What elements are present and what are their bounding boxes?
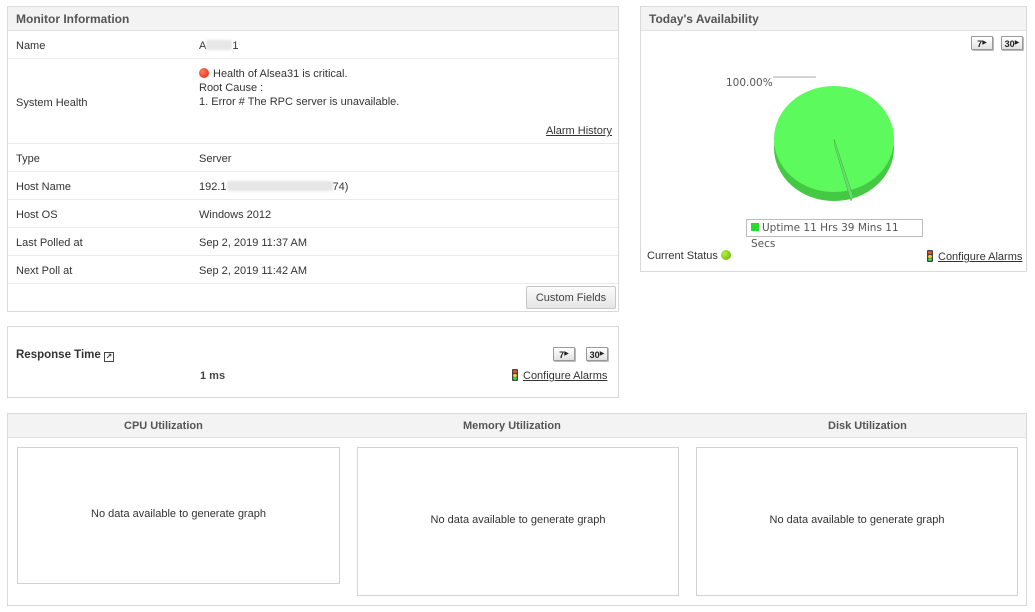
custom-fields-button[interactable]: Custom Fields xyxy=(526,286,616,309)
root-cause-label: Root Cause : xyxy=(199,82,264,94)
system-health-row: System Health Health of Alsea31 is criti… xyxy=(8,59,618,144)
alarm-history-link[interactable]: Alarm History xyxy=(546,125,612,137)
response-configure-alarms-link[interactable]: Configure Alarms xyxy=(512,369,607,382)
type-row: Type Server xyxy=(8,144,618,172)
disk-no-data-message: No data available to generate graph xyxy=(769,514,945,526)
name-row: Name A1 xyxy=(8,31,618,59)
cpu-utilization-title: CPU Utilization xyxy=(124,420,203,432)
memory-no-data-message: No data available to generate graph xyxy=(430,514,606,526)
system-health-label: System Health xyxy=(16,97,88,109)
traffic-light-icon xyxy=(512,369,518,381)
next-poll-label: Next Poll at xyxy=(16,265,73,277)
host-name-label: Host Name xyxy=(16,181,72,193)
last-polled-label: Last Polled at xyxy=(16,237,83,249)
response-30-days-button[interactable]: 30▶ xyxy=(586,347,608,361)
last-polled-row: Last Polled at Sep 2, 2019 11:37 AM xyxy=(8,228,618,256)
uptime-swatch xyxy=(751,223,759,231)
disk-utilization-title: Disk Utilization xyxy=(828,420,907,432)
availability-pie-chart xyxy=(773,76,894,202)
utilization-header: CPU Utilization Memory Utilization Disk … xyxy=(8,414,1026,438)
host-name-value: 192.1 74) xyxy=(199,181,349,193)
type-label: Type xyxy=(16,153,40,165)
host-os-label: Host OS xyxy=(16,209,58,221)
critical-status-icon xyxy=(199,68,209,78)
last-polled-value: Sep 2, 2019 11:37 AM xyxy=(199,237,308,249)
cpu-utilization-graph: No data available to generate graph xyxy=(17,447,340,584)
redacted-block xyxy=(206,40,233,50)
disk-utilization-graph: No data available to generate graph xyxy=(696,447,1018,596)
utilization-panel: CPU Utilization Memory Utilization Disk … xyxy=(7,413,1027,606)
system-health-value: Health of Alsea31 is critical. Root Caus… xyxy=(199,67,399,109)
external-link-icon[interactable]: ↗ xyxy=(103,352,114,362)
type-value: Server xyxy=(199,153,232,165)
response-time-panel: Response Time ↗ 1 ms 7▶ 30▶ Configure Ala… xyxy=(7,326,619,398)
cpu-no-data-message: No data available to generate graph xyxy=(91,508,266,520)
availability-configure-alarms-link[interactable]: Configure Alarms xyxy=(927,250,1022,263)
host-os-row: Host OS Windows 2012 xyxy=(8,200,618,228)
host-os-value: Windows 2012 xyxy=(199,209,272,221)
current-status: Current Status xyxy=(647,250,731,262)
status-up-icon xyxy=(720,250,731,260)
panel-title: Today's Availability xyxy=(641,7,1026,31)
traffic-light-icon xyxy=(927,250,933,262)
custom-fields-row: Custom Fields xyxy=(8,284,618,312)
name-label: Name xyxy=(16,40,46,52)
panel-title: Monitor Information xyxy=(8,7,618,31)
redacted-block xyxy=(226,181,333,191)
response-time-value: 1 ms xyxy=(200,370,226,382)
availability-legend: Uptime 11 Hrs 39 Mins 11 Secs xyxy=(746,219,923,250)
response-time-title: Response Time ↗ xyxy=(16,349,114,362)
memory-utilization-title: Memory Utilization xyxy=(463,420,561,432)
next-poll-row: Next Poll at Sep 2, 2019 11:42 AM xyxy=(8,256,618,284)
health-text: Health of Alsea31 is critical. xyxy=(213,68,348,80)
availability-panel: Today's Availability 7▶ 30▶ 100.00% Upti… xyxy=(640,6,1027,272)
name-value: A1 xyxy=(199,40,239,52)
response-7-days-button[interactable]: 7▶ xyxy=(553,347,575,361)
next-poll-value: Sep 2, 2019 11:42 AM xyxy=(199,265,308,277)
root-cause-item: 1. Error # The RPC server is unavailable… xyxy=(199,96,400,108)
memory-utilization-graph: No data available to generate graph xyxy=(357,447,679,596)
host-name-row: Host Name 192.1 74) xyxy=(8,172,618,200)
monitor-information-panel: Monitor Information Name A1 System Healt… xyxy=(7,6,619,312)
